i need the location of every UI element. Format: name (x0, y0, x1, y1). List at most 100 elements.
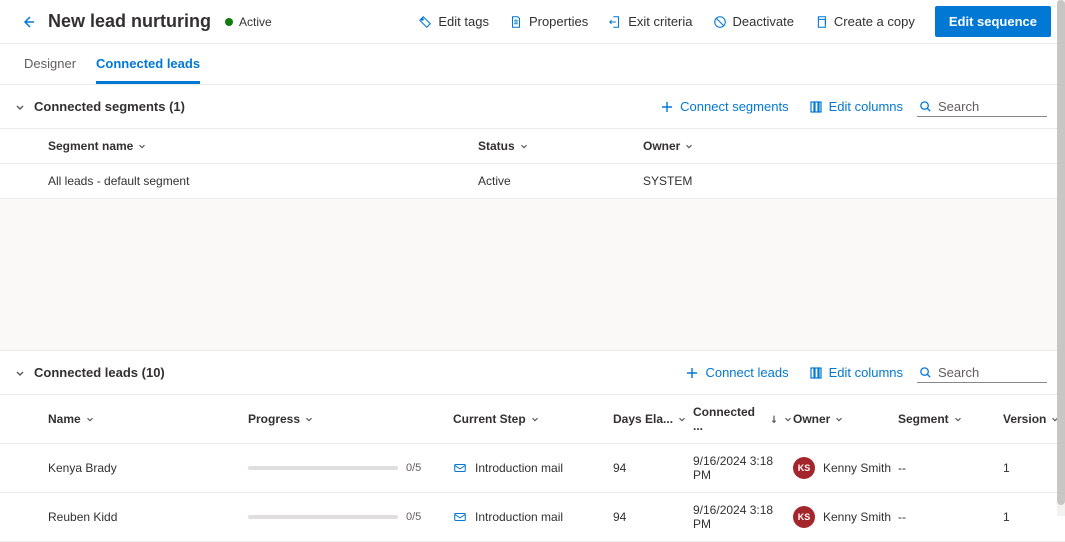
col-owner-leads-label: Owner (793, 412, 830, 426)
table-row[interactable]: All leads - default segment Active SYSTE… (0, 164, 1065, 199)
edit-sequence-button[interactable]: Edit sequence (935, 6, 1051, 37)
leads-table-head: Name Progress Current Step Days Ela... C… (0, 395, 1065, 444)
sort-desc-icon (769, 414, 779, 424)
status-label: Active (239, 15, 272, 29)
mail-icon (453, 461, 467, 475)
lead-segment-cell: -- (898, 461, 1003, 475)
segments-table: Segment name Status Owner All leads - de… (0, 129, 1065, 199)
segments-search-input[interactable] (938, 99, 1045, 114)
properties-button[interactable]: Properties (501, 9, 596, 34)
col-days-label: Days Ela... (613, 412, 673, 426)
status-dot-icon (225, 18, 233, 26)
search-icon (919, 100, 932, 113)
lead-owner-name: Kenny Smith (823, 510, 891, 524)
edit-columns-segments-label: Edit columns (829, 99, 903, 114)
col-current-step[interactable]: Current Step (453, 412, 613, 426)
col-days-elapsed[interactable]: Days Ela... (613, 412, 693, 426)
scrollbar-thumb[interactable] (1057, 0, 1065, 505)
scrollbar-track[interactable] (1057, 0, 1065, 516)
col-progress-label: Progress (248, 412, 300, 426)
progress-bar (248, 466, 398, 470)
col-owner-label: Owner (643, 139, 680, 153)
col-segment-label: Segment (898, 412, 949, 426)
lead-version-cell: 1 (1003, 510, 1053, 524)
col-connected[interactable]: Connected ... (693, 405, 793, 433)
table-row[interactable]: Kenya Brady 0/5 Introduction mail 94 9/1… (0, 444, 1065, 493)
status-badge: Active (225, 15, 272, 29)
col-owner-leads[interactable]: Owner (793, 412, 898, 426)
properties-label: Properties (529, 14, 588, 29)
create-copy-button[interactable]: Create a copy (806, 9, 923, 34)
col-segment-name-label: Segment name (48, 139, 133, 153)
lead-step-label: Introduction mail (475, 510, 563, 524)
connect-segments-button[interactable]: Connect segments (654, 95, 794, 118)
lead-name-cell: Reuben Kidd (48, 510, 248, 524)
plus-icon (660, 100, 674, 114)
segments-toggle[interactable]: Connected segments (1) (14, 99, 185, 114)
edit-columns-leads-button[interactable]: Edit columns (803, 361, 909, 384)
chevron-down-icon (684, 141, 694, 151)
document-icon (509, 15, 523, 29)
tab-designer[interactable]: Designer (24, 44, 76, 84)
connect-leads-button[interactable]: Connect leads (679, 361, 794, 384)
col-version[interactable]: Version (1003, 412, 1053, 426)
segments-table-head: Segment name Status Owner (0, 129, 1065, 164)
deactivate-icon (713, 15, 727, 29)
tag-icon (418, 15, 432, 29)
deactivate-button[interactable]: Deactivate (705, 9, 802, 34)
mail-icon (453, 510, 467, 524)
lead-progress-cell: 0/5 (248, 511, 453, 523)
chevron-down-icon (137, 141, 147, 151)
col-owner[interactable]: Owner (643, 139, 1065, 153)
segment-status-cell: Active (478, 174, 643, 188)
avatar: KS (793, 506, 815, 528)
create-copy-label: Create a copy (834, 14, 915, 29)
progress-text: 0/5 (406, 462, 421, 474)
chevron-down-icon (677, 414, 687, 424)
col-segment-name[interactable]: Segment name (48, 139, 478, 153)
deactivate-label: Deactivate (733, 14, 794, 29)
chevron-down-icon (304, 414, 314, 424)
lead-progress-cell: 0/5 (248, 462, 453, 474)
segments-search[interactable] (917, 97, 1047, 117)
segments-title: Connected segments (1) (34, 99, 185, 114)
plus-icon (685, 366, 699, 380)
col-segment[interactable]: Segment (898, 412, 1003, 426)
chevron-down-icon (85, 414, 95, 424)
chevron-down-icon (953, 414, 963, 424)
chevron-down-icon (834, 414, 844, 424)
section-divider (0, 199, 1065, 351)
col-version-label: Version (1003, 412, 1046, 426)
progress-text: 0/5 (406, 511, 421, 523)
copy-icon (814, 15, 828, 29)
edit-tags-label: Edit tags (438, 14, 489, 29)
edit-columns-segments-button[interactable]: Edit columns (803, 95, 909, 118)
table-row[interactable]: Reuben Kidd 0/5 Introduction mail 94 9/1… (0, 493, 1065, 542)
arrow-left-icon (20, 14, 36, 30)
leads-search[interactable] (917, 363, 1047, 383)
lead-step-cell: Introduction mail (453, 510, 613, 524)
col-progress[interactable]: Progress (248, 412, 453, 426)
col-status[interactable]: Status (478, 139, 643, 153)
segment-name-cell: All leads - default segment (48, 174, 478, 188)
col-status-label: Status (478, 139, 515, 153)
leads-search-input[interactable] (938, 365, 1045, 380)
leads-toggle[interactable]: Connected leads (10) (14, 365, 165, 380)
columns-icon (809, 100, 823, 114)
page-title: New lead nurturing (48, 11, 211, 32)
edit-tags-button[interactable]: Edit tags (410, 9, 497, 34)
columns-icon (809, 366, 823, 380)
exit-criteria-button[interactable]: Exit criteria (600, 9, 700, 34)
lead-connected-cell: 9/16/2024 3:18 PM (693, 503, 793, 531)
lead-days-cell: 94 (613, 461, 693, 475)
tabs: Designer Connected leads (0, 44, 1065, 85)
lead-segment-cell: -- (898, 510, 1003, 524)
tab-connected-leads[interactable]: Connected leads (96, 44, 200, 84)
command-bar: Edit tags Properties Exit criteria Deact… (410, 6, 1051, 37)
search-icon (919, 366, 932, 379)
col-connected-label: Connected ... (693, 405, 763, 433)
chevron-down-icon (519, 141, 529, 151)
col-name-label: Name (48, 412, 81, 426)
back-button[interactable] (14, 8, 42, 36)
col-name[interactable]: Name (48, 412, 248, 426)
